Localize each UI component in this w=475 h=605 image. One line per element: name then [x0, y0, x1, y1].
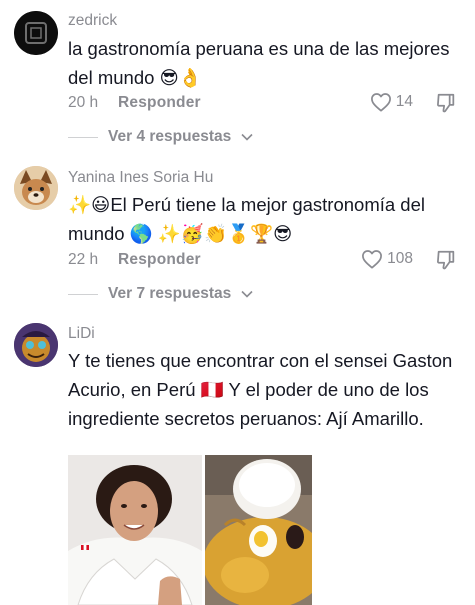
heart-icon: [370, 93, 391, 112]
chef-photo: [68, 455, 202, 605]
divider: [68, 293, 98, 295]
divider: [68, 136, 98, 138]
comment-text: la gastronomía peruana es una de las mej…: [68, 38, 450, 88]
avatar[interactable]: [14, 11, 58, 55]
view-replies-button[interactable]: Ver 4 respuestas: [68, 128, 253, 146]
view-replies-label: Ver 4 respuestas: [108, 128, 232, 145]
comment-image[interactable]: [68, 455, 312, 605]
comment-time: 20 h: [68, 94, 99, 111]
comment-time: 22 h: [68, 251, 99, 268]
reply-button[interactable]: Responder: [118, 94, 201, 112]
dislike-icon[interactable]: [435, 92, 457, 114]
view-replies-label: Ver 7 respuestas: [108, 285, 232, 302]
reply-button[interactable]: Responder: [118, 251, 201, 269]
like-count: 108: [387, 250, 413, 267]
comment-text: ✨😃El Perú tiene la mejor gastronomía del…: [68, 194, 425, 244]
comment-text: Y te tienes que encontrar con el sensei …: [68, 350, 453, 429]
comment-username[interactable]: LiDi: [68, 325, 95, 343]
chevron-down-icon: [241, 133, 253, 141]
heart-icon: [362, 250, 383, 269]
comment-username[interactable]: Yanina Ines Soria Hu: [68, 169, 213, 187]
aji-amarillo-dish-photo: [205, 455, 312, 605]
avatar[interactable]: [14, 166, 58, 210]
avatar[interactable]: [14, 323, 58, 367]
like-count: 14: [395, 93, 413, 110]
comment-username[interactable]: zedrick: [68, 12, 117, 30]
like-button[interactable]: 108: [361, 249, 413, 269]
chevron-down-icon: [241, 290, 253, 298]
like-button[interactable]: 14: [370, 92, 413, 112]
dislike-icon[interactable]: [435, 249, 457, 271]
view-replies-button[interactable]: Ver 7 respuestas: [68, 285, 253, 303]
